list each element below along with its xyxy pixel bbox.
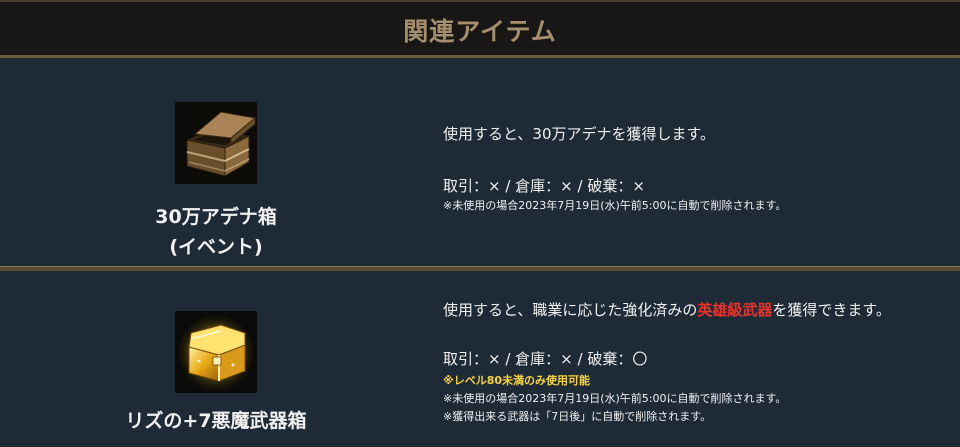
- description-text: を獲得できます。: [772, 301, 891, 319]
- item-name-line: リズの+7悪魔武器箱: [125, 410, 307, 432]
- item-row: リズの+7悪魔武器箱 使用すると、職業に応じた強化済みの英雄級武器を獲得できます…: [0, 271, 960, 447]
- item-row: 30万アデナ箱 (イベント) 使用すると、30万アデナを獲得します。 取引：× …: [0, 61, 960, 266]
- item-description: 使用すると、職業に応じた強化済みの英雄級武器を獲得できます。: [443, 299, 891, 320]
- golden-chest-icon: [175, 311, 257, 393]
- item-note: ※未使用の場合2023年7月19日(水)午前5:00に自動で削除されます。: [443, 392, 787, 405]
- item-note: ※獲得出来る武器は「7日後」に自動で削除されます。: [443, 410, 712, 423]
- item-note: ※未使用の場合2023年7月19日(水)午前5:00に自動で削除されます。: [443, 199, 787, 212]
- item-trade-info: 取引：× / 倉庫：× / 破棄：〇: [443, 350, 648, 368]
- section-title: 関連アイテム: [403, 16, 557, 46]
- item-name-line: 30万アデナ箱: [155, 206, 277, 228]
- wooden-chest-icon: [175, 102, 257, 184]
- item-description: 使用すると、30万アデナを獲得します。: [443, 125, 715, 143]
- item-name: 30万アデナ箱 (イベント): [100, 202, 332, 262]
- section-header: 関連アイテム: [0, 0, 960, 58]
- item-trade-info: 取引：× / 倉庫：× / 破棄：×: [443, 177, 645, 195]
- item-name-line: (イベント): [169, 236, 263, 258]
- item-name: リズの+7悪魔武器箱: [100, 406, 332, 436]
- hero-weapon-highlight: 英雄級武器: [697, 301, 773, 319]
- level-restriction-note: ※レベル80未満のみ使用可能: [443, 374, 591, 387]
- description-text: 使用すると、職業に応じた強化済みの: [443, 301, 698, 319]
